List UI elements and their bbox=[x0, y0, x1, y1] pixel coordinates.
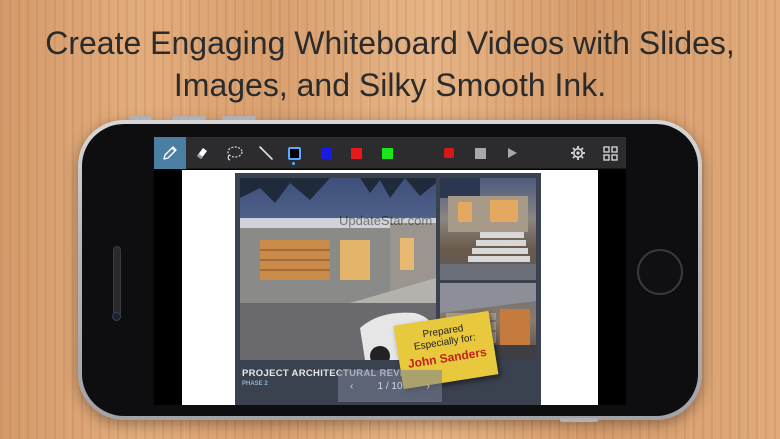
earpiece-speaker bbox=[113, 246, 121, 318]
stairs-illustration bbox=[440, 178, 536, 280]
eraser-tool-button[interactable] bbox=[186, 137, 218, 169]
mute-switch bbox=[130, 116, 152, 120]
color-green-button[interactable] bbox=[371, 137, 403, 169]
stop-icon bbox=[474, 147, 486, 159]
pen-icon bbox=[163, 146, 177, 160]
volume-button bbox=[222, 116, 256, 120]
settings-button[interactable] bbox=[562, 137, 594, 169]
color-swatch-black bbox=[287, 146, 301, 160]
page-indicator: ‹ 1 / 10 › bbox=[338, 370, 442, 402]
record-icon bbox=[444, 148, 454, 158]
marketing-headline: Create Engaging Whiteboard Videos with S… bbox=[0, 22, 780, 106]
stop-button[interactable] bbox=[464, 137, 496, 169]
color-swatch-green bbox=[381, 147, 393, 159]
letterbox-left bbox=[154, 170, 182, 405]
lasso-tool-button[interactable] bbox=[218, 137, 250, 169]
play-button[interactable] bbox=[496, 137, 528, 169]
slide-subtitle: PHASE 2 bbox=[242, 381, 268, 387]
selected-indicator bbox=[292, 162, 295, 165]
record-button[interactable] bbox=[433, 137, 465, 169]
lasso-icon bbox=[227, 146, 243, 161]
eraser-icon bbox=[197, 148, 207, 159]
home-button[interactable] bbox=[637, 249, 683, 295]
color-red-button[interactable] bbox=[340, 137, 372, 169]
toolbar bbox=[154, 137, 626, 169]
page-count: 1 / 10 bbox=[377, 380, 403, 392]
color-blue-button[interactable] bbox=[310, 137, 342, 169]
watermark-text: UpdateStar.com bbox=[339, 213, 433, 228]
pen-tool-button[interactable] bbox=[154, 137, 186, 169]
prev-page-button[interactable]: ‹ bbox=[350, 381, 353, 392]
color-swatch-red bbox=[350, 147, 362, 159]
laser-pointer-icon bbox=[259, 146, 273, 160]
color-black-button[interactable] bbox=[278, 137, 310, 169]
play-icon bbox=[508, 148, 517, 158]
next-page-button[interactable]: › bbox=[427, 381, 430, 392]
letterbox-right bbox=[598, 170, 626, 405]
headline-line-2: Images, and Silky Smooth Ink. bbox=[173, 67, 607, 103]
house-photo-stairs bbox=[440, 178, 536, 280]
headline-line-1: Create Engaging Whiteboard Videos with S… bbox=[45, 25, 735, 61]
grid-icon bbox=[602, 145, 618, 161]
slide-grid-button[interactable] bbox=[594, 137, 626, 169]
color-swatch-blue bbox=[320, 147, 332, 159]
app-screen: PROJECT ARCHITECTURAL REVIEW PHASE 2 Upd… bbox=[154, 137, 626, 405]
gear-icon bbox=[571, 146, 585, 160]
volume-button bbox=[172, 116, 206, 120]
front-camera bbox=[112, 312, 121, 321]
power-button bbox=[560, 418, 598, 422]
